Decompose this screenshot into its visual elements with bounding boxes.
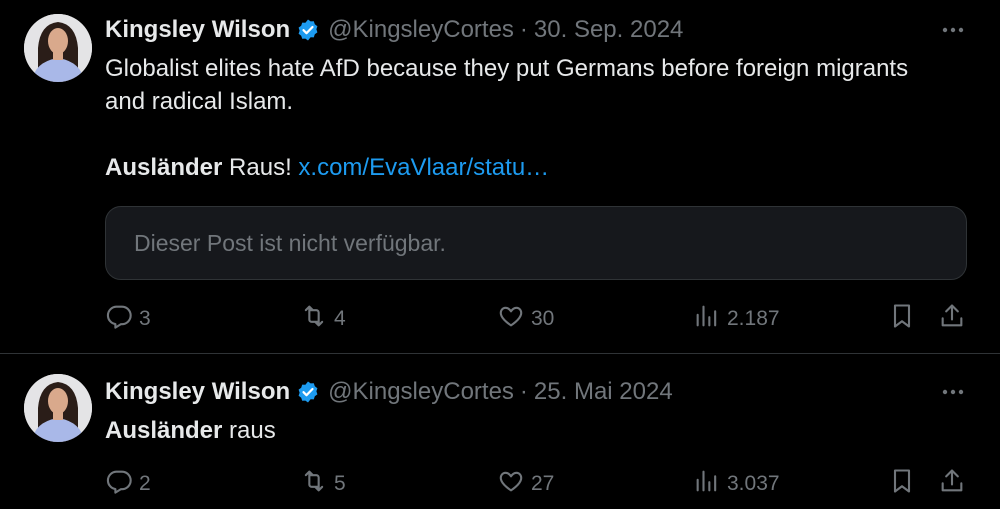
like-icon (497, 302, 525, 336)
tweet-text: Globalist elites hate AfD because they p… (105, 52, 975, 184)
bookmark-button[interactable] (888, 467, 916, 501)
separator: · (519, 16, 528, 43)
author-name[interactable]: Kingsley Wilson (105, 378, 290, 406)
tweet-header: Kingsley Wilson @KingsleyCortes · 30. Se… (105, 14, 683, 46)
bookmark-icon (888, 302, 916, 336)
text-fragment: raus (222, 417, 276, 444)
author-handle[interactable]: @KingsleyCortes (328, 16, 514, 44)
tweet-header: Kingsley Wilson @KingsleyCortes · 25. Ma… (105, 376, 673, 408)
like-count: 30 (531, 307, 555, 330)
bookmark-button[interactable] (888, 302, 916, 336)
quoted-post-unavailable: Dieser Post ist nicht verfügbar. (105, 206, 967, 280)
repost-count: 5 (334, 472, 346, 495)
author-handle[interactable]: @KingsleyCortes (328, 378, 514, 406)
more-icon[interactable] (940, 379, 966, 405)
unavailable-message: Dieser Post ist nicht verfügbar. (134, 229, 446, 256)
bookmark-icon (888, 467, 916, 501)
share-icon (938, 467, 966, 501)
share-button[interactable] (938, 302, 966, 336)
like-count: 27 (531, 472, 555, 495)
repost-count: 4 (334, 307, 346, 330)
avatar[interactable] (24, 14, 92, 82)
views-icon (693, 302, 721, 336)
views-button[interactable]: 3.037 (693, 467, 780, 501)
reply-button[interactable]: 2 (105, 467, 151, 501)
reply-icon (105, 467, 133, 501)
tweet[interactable]: Kingsley Wilson @KingsleyCortes · 25. Ma… (0, 354, 1000, 509)
text-line: Globalist elites hate AfD because they p… (105, 55, 909, 82)
share-icon (938, 302, 966, 336)
tweet-date[interactable]: 25. Mai 2024 (534, 378, 673, 406)
action-bar: 3 4 30 2.187 (0, 302, 1000, 336)
view-count: 3.037 (727, 472, 780, 495)
text-line: Ausländer raus (105, 414, 975, 447)
reply-count: 2 (139, 472, 151, 495)
reply-count: 3 (139, 307, 151, 330)
action-bar: 2 5 27 3.037 (0, 467, 1000, 501)
reply-icon (105, 302, 133, 336)
repost-button[interactable]: 4 (300, 302, 346, 336)
like-button[interactable]: 27 (497, 467, 554, 501)
text-line: Ausländer Raus! x.com/EvaVlaar/statu… (105, 151, 975, 184)
author-name[interactable]: Kingsley Wilson (105, 16, 290, 44)
tweet-date[interactable]: 30. Sep. 2024 (534, 16, 683, 44)
avatar[interactable] (24, 374, 92, 442)
separator: · (519, 378, 528, 405)
text-line: and radical Islam. (105, 88, 294, 115)
bold-word: Ausländer (105, 417, 223, 444)
bold-word: Ausländer (105, 154, 223, 181)
repost-icon (300, 467, 328, 501)
reply-button[interactable]: 3 (105, 302, 151, 336)
text-fragment: Raus! (222, 154, 299, 181)
views-button[interactable]: 2.187 (693, 302, 780, 336)
verified-badge-icon[interactable] (296, 380, 320, 404)
tweet[interactable]: Kingsley Wilson @KingsleyCortes · 30. Se… (0, 0, 1000, 354)
more-icon[interactable] (940, 17, 966, 43)
views-icon (693, 467, 721, 501)
repost-button[interactable]: 5 (300, 467, 346, 501)
share-button[interactable] (938, 467, 966, 501)
tweet-link[interactable]: x.com/EvaVlaar/statu… (298, 154, 549, 181)
repost-icon (300, 302, 328, 336)
like-icon (497, 467, 525, 501)
view-count: 2.187 (727, 307, 780, 330)
tweet-text: Ausländer raus (105, 414, 975, 447)
verified-badge-icon[interactable] (296, 18, 320, 42)
like-button[interactable]: 30 (497, 302, 554, 336)
